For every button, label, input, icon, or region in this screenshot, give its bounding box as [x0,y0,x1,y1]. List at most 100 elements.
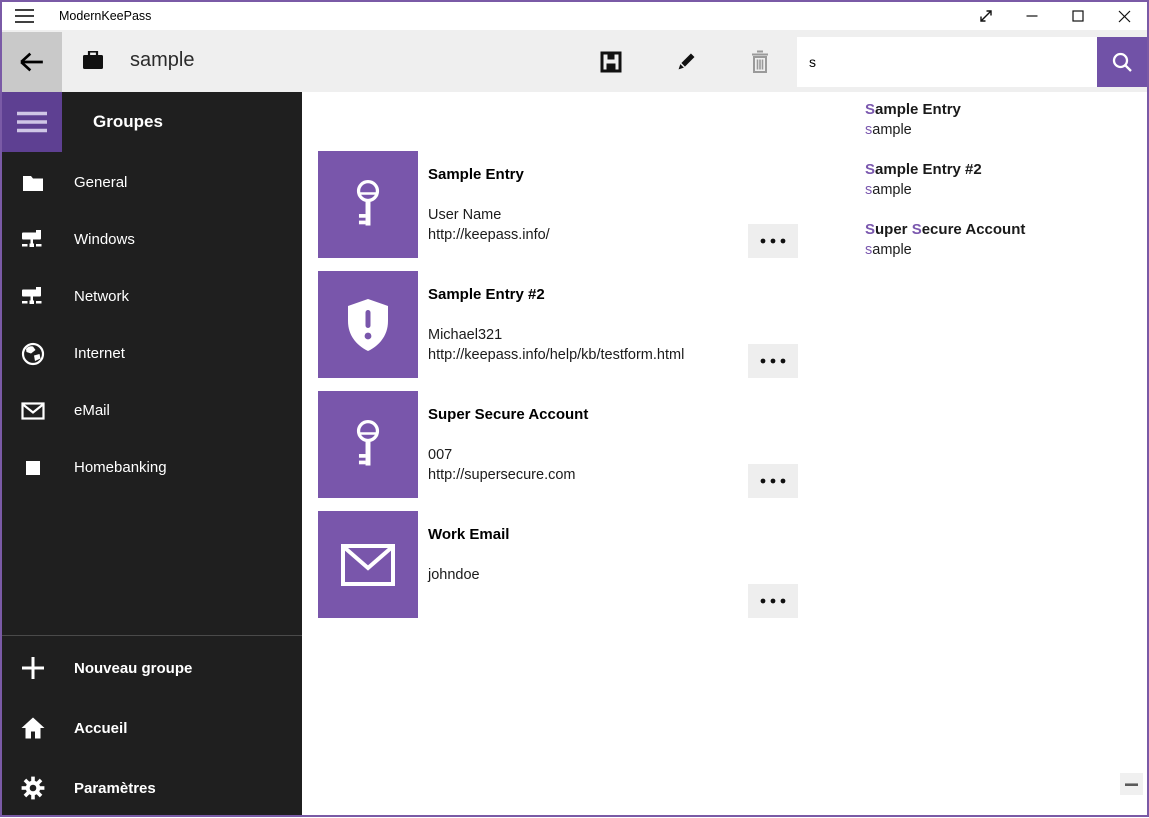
new-group-label: Nouveau groupe [74,660,192,677]
minus-icon [1125,783,1138,786]
edit-button[interactable] [662,32,710,92]
entry-username: User Name [428,205,798,225]
entry-url: http://supersecure.com [428,465,798,485]
titlebar-menu-icon[interactable] [14,8,36,24]
more-dots-icon [759,238,787,244]
settings-button[interactable]: Paramètres [2,758,302,818]
sidebar-item-email[interactable]: eMail [2,382,302,439]
entry-list: Sample Entry User Name http://keepass.in… [318,151,798,631]
entry-more-button[interactable] [748,224,798,258]
delete-trash-icon [749,50,771,74]
back-arrow-icon [17,48,47,76]
square-icon [21,456,45,480]
home-icon [21,716,45,740]
sidebar-item-homebanking[interactable]: Homebanking [2,439,302,496]
suggestion-subtitle: sample [865,240,1145,260]
suggestion-title: Super Secure Account [865,220,1145,240]
search-box [797,37,1097,87]
sidebar-item-windows[interactable]: Windows [2,211,302,268]
entry-username: Michael321 [428,325,798,345]
app-window: ModernKeePass sample [0,0,1149,817]
entry-text: Super Secure Account 007 http://supersec… [428,391,798,485]
entry-text: Work Email johndoe [428,511,798,585]
suggestion-title: Sample Entry [865,100,1145,120]
entry-row[interactable]: Sample Entry #2 Michael321 http://keepas… [318,271,798,378]
home-button[interactable]: Accueil [2,698,302,758]
database-briefcase-icon [82,51,104,71]
minimize-button[interactable] [1009,2,1055,30]
search-button[interactable] [1097,37,1147,87]
entry-tile[interactable] [318,391,418,498]
entry-more-button[interactable] [748,584,798,618]
entry-tile[interactable] [318,511,418,618]
entry-panel: Sample Entry User Name http://keepass.in… [302,92,1147,815]
new-group-button[interactable]: Nouveau groupe [2,638,302,698]
fullscreen-icon [977,7,995,25]
appbar: sample [2,30,1147,92]
sidebar: Groupes General Windows Network [2,92,302,815]
gear-icon [21,776,45,800]
sidebar-item-internet[interactable]: Internet [2,325,302,382]
suggestion-item[interactable]: Sample Entry #2 sample [865,160,1145,200]
app-title: ModernKeePass [59,2,151,30]
sidebar-item-general[interactable]: General [2,154,302,211]
entry-row[interactable]: Sample Entry User Name http://keepass.in… [318,151,798,258]
fullscreen-button[interactable] [963,2,1009,30]
plus-icon [21,656,45,680]
edit-pencil-icon [674,50,698,74]
save-button[interactable] [587,32,635,92]
close-icon [1118,10,1131,23]
entry-username: johndoe [428,565,798,585]
entry-title: Super Secure Account [428,406,798,424]
entry-tile[interactable] [318,271,418,378]
database-title: sample [130,30,194,92]
key-icon [345,415,391,475]
delete-button[interactable] [736,32,784,92]
entry-more-button[interactable] [748,464,798,498]
entry-username: 007 [428,445,798,465]
minimize-icon [1026,10,1038,22]
sidebar-item-label: General [74,174,127,191]
folder-icon [21,171,45,195]
entry-text: Sample Entry User Name http://keepass.in… [428,151,798,245]
search-suggestions: Sample Entry sample Sample Entry #2 samp… [865,100,1145,280]
maximize-button[interactable] [1055,2,1101,30]
suggestion-title: Sample Entry #2 [865,160,1145,180]
search-input[interactable] [797,37,1097,87]
maximize-icon [1072,10,1084,22]
more-dots-icon [759,358,787,364]
entry-more-button[interactable] [748,344,798,378]
sidebar-item-label: Windows [74,231,135,248]
search-icon [1110,50,1134,74]
window-controls [963,2,1147,30]
sidebar-item-label: Homebanking [74,459,167,476]
globe-icon [21,342,45,366]
suggestion-subtitle: sample [865,180,1145,200]
entry-tile[interactable] [318,151,418,258]
zoom-out-button[interactable] [1120,773,1143,795]
back-button[interactable] [2,32,62,92]
suggestion-item[interactable]: Sample Entry sample [865,100,1145,140]
entry-row[interactable]: Super Secure Account 007 http://supersec… [318,391,798,498]
sidebar-divider [2,635,302,636]
sidebar-item-network[interactable]: Network [2,268,302,325]
groups-header: Groupes [93,92,163,152]
shield-alert-icon [343,297,393,353]
sidebar-menu-button[interactable] [2,92,62,152]
entry-url: http://keepass.info/ [428,225,798,245]
home-label: Accueil [74,720,127,737]
entry-row[interactable]: Work Email johndoe [318,511,798,618]
save-icon [599,50,623,74]
entry-title: Work Email [428,526,798,544]
suggestion-item[interactable]: Super Secure Account sample [865,220,1145,260]
sidebar-item-label: Internet [74,345,125,362]
mail-icon [341,544,395,586]
sidebar-actions: Nouveau groupe Accueil Paramètres [2,638,302,818]
network-drive-icon [21,285,45,309]
key-icon [345,175,391,235]
entry-text: Sample Entry #2 Michael321 http://keepas… [428,271,798,365]
close-button[interactable] [1101,2,1147,30]
titlebar: ModernKeePass [2,2,1147,30]
settings-label: Paramètres [74,780,156,797]
entry-url: http://keepass.info/help/kb/testform.htm… [428,345,798,365]
